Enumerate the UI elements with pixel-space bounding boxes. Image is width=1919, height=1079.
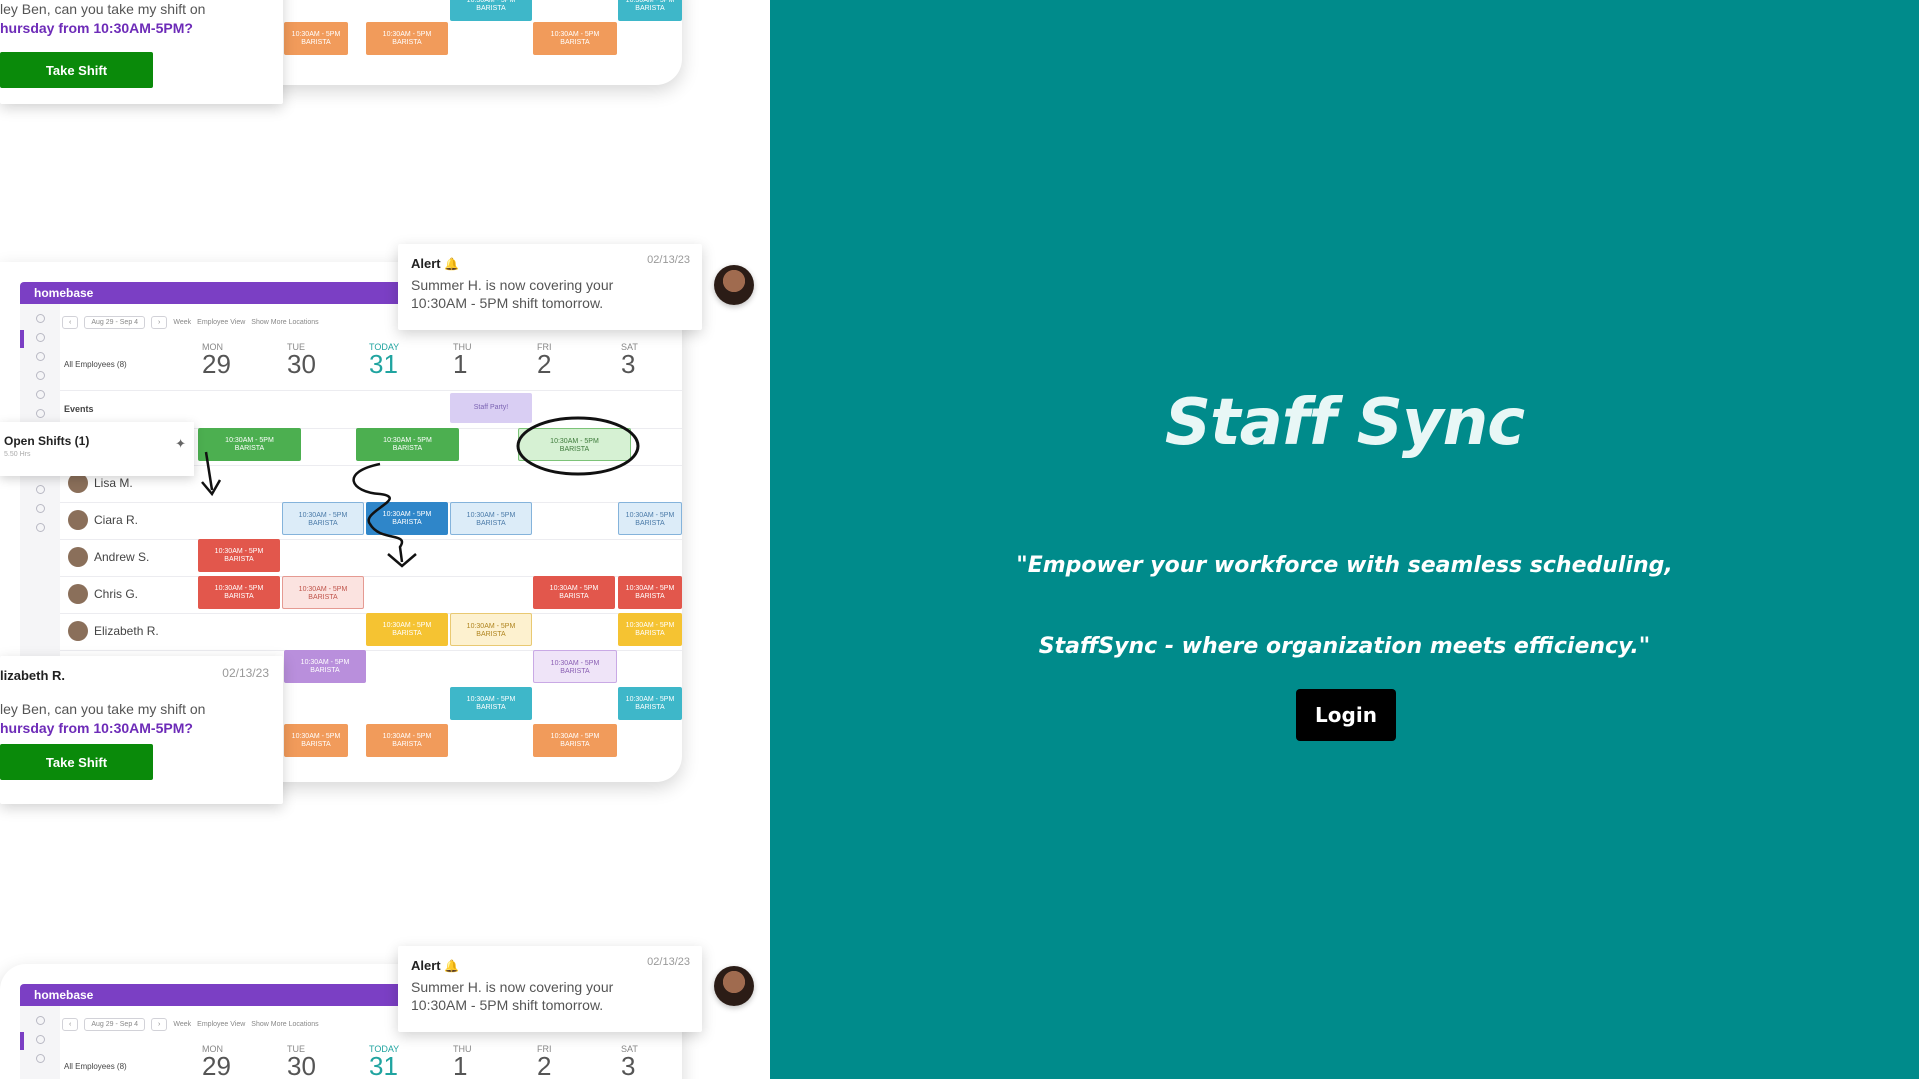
message-line-1: ley Ben, can you take my shift on [0,1,206,17]
shift-block: 10:30AM - 5PM BARISTA [366,22,448,55]
message-line-1: ley Ben, can you take my shift on [0,701,206,717]
shift-request-card-top: ley Ben, can you take my shift on hursda… [0,0,283,104]
alert-date: 02/13/23 [647,254,690,266]
arrow-annotation [204,451,214,491]
squiggle-annotation [352,462,404,563]
alert-card: Alert 🔔 02/13/23 Summer H. is now coveri… [398,946,702,1032]
hero-panel: Staff Sync "Empower your workforce with … [770,0,1919,1079]
alert-date: 02/13/23 [647,956,690,968]
homebase-sidebar [20,1006,60,1079]
avatar [714,265,754,305]
alert-title: Alert 🔔 [411,958,460,973]
message-sender: lizabeth R. [0,668,66,683]
shift-block: 10:30AM - 5PM BARISTA [533,22,617,55]
message-date: 02/13/23 [222,666,269,680]
bell-icon: 🔔 [444,959,460,973]
take-shift-button: Take Shift [0,744,153,780]
day-header-today: TODAY 31 [369,1044,400,1079]
day-header: TUE 30 [287,1044,316,1079]
login-button[interactable]: Login [1296,689,1396,741]
take-shift-button: Take Shift [0,52,153,88]
tagline-line-1: "Empower your workforce with seamless sc… [1016,553,1673,578]
shift-request-card: lizabeth R. 02/13/23 ley Ben, can you ta… [0,656,283,804]
day-header: FRI 2 [537,1044,552,1079]
all-employees-filter: All Employees (8) [64,1062,127,1071]
marketing-image-panel: 10:30AM - 5PM BARISTA 10:30AM - 5PM BARIST… [0,0,770,1079]
open-shifts-card: Open Shifts (1) 5.50 Hrs ✦ [0,422,194,476]
day-header: THU 1 [453,1044,472,1079]
avatar [714,966,754,1006]
circle-annotation [516,416,640,476]
message-line-2: hursday from 10:30AM-5PM? [0,720,193,736]
alert-title: Alert 🔔 [411,256,460,271]
shift-block: 10:30AM - 5PM BARISTA [618,0,682,21]
message-line-2: hursday from 10:30AM-5PM? [0,20,193,36]
open-shifts-label: Open Shifts (1) [4,434,90,448]
wand-icon: ✦ [175,436,186,451]
alert-card: Alert 🔔 02/13/23 Summer H. is now coveri… [398,244,702,330]
day-header: MON 29 [202,1044,231,1079]
bell-icon: 🔔 [444,257,460,271]
open-shifts-hours: 5.50 Hrs [4,451,31,458]
shift-block: 10:30AM - 5PM BARISTA [450,0,532,21]
schedule-toolbar: ‹ Aug 29 - Sep 4 › Week Employee View Sh… [62,1015,319,1033]
alert-body: Summer H. is now covering your 10:30AM -… [411,979,614,1013]
tagline-line-2: StaffSync - where organization meets eff… [1038,634,1651,659]
shift-block: 10:30AM - 5PM BARISTA [284,22,348,55]
homebase-logo: homebase [34,988,94,1002]
alert-body: Summer H. is now covering your 10:30AM -… [411,277,614,311]
app-title: Staff Sync [1164,386,1525,460]
day-header: SAT 3 [621,1044,638,1079]
